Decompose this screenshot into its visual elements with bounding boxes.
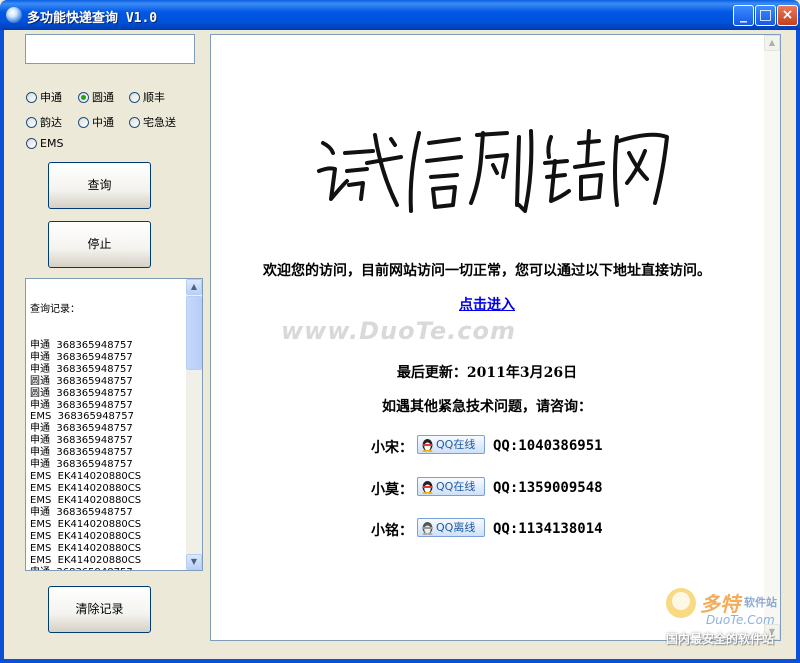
history-entry[interactable]: 申通 368365948757 [30,507,185,519]
carrier-radio-zhaijisong[interactable]: 宅急送 [129,116,176,130]
carrier-label: 圆通 [92,91,114,104]
history-entry[interactable]: EMS EK414020880CS [30,495,185,507]
radio-circle [26,116,37,128]
watermark-url: DuoTe.Com [706,613,775,627]
history-entry[interactable]: EMS EK414020880CS [30,543,185,555]
stop-button[interactable]: 停止 [48,221,151,268]
minimize-icon: _ [740,7,747,23]
site-logo [317,129,669,213]
history-list[interactable]: 查询记录： 申通 368365948757 申通 368365948757 申通 3… [25,278,203,571]
history-scrollbar[interactable]: ▲ ▼ [186,279,202,570]
carrier-radio-shentong[interactable]: 申通 [26,91,62,105]
history-entry[interactable]: EMS EK414020880CS [30,483,185,495]
enter-link[interactable]: 点击进入 [211,294,763,314]
app-icon [6,7,22,23]
tracking-number-input[interactable] [25,34,195,64]
qq-status-label: QQ在线 [436,438,476,451]
radio-circle [129,91,140,103]
carrier-radio-yuantong[interactable]: 圆通 [78,91,114,105]
history-entry[interactable]: 申通 368365948757 [30,567,185,570]
qq-status-button[interactable]: QQ在线 [417,435,485,454]
scroll-thumb[interactable] [186,296,202,370]
window-title: 多功能快递查询 V1.0 [27,11,158,26]
carrier-label: 中通 [92,116,114,129]
contact-name: 小铭： [371,523,413,539]
history-entry[interactable]: 申通 368365948757 [30,364,185,376]
history-entry[interactable]: EMS EK414020880CS [30,519,185,531]
web-view-scrollbar[interactable]: ▲ ▼ [764,35,780,640]
carrier-label: EMS [40,137,64,150]
contact-row: 小铭： QQ离线 QQ:1134138014 [371,518,631,540]
qq-number: QQ:1040386951 [493,438,603,454]
history-entry[interactable]: EMS EK414020880CS [30,471,185,483]
history-entry[interactable]: 申通 368365948757 [30,435,185,447]
radio-circle [26,91,37,103]
close-button[interactable]: × [777,5,798,26]
contact-row: 小莫： QQ在线 QQ:1359009548 [371,477,631,499]
scroll-down-arrow-icon[interactable]: ▼ [186,554,202,570]
query-button[interactable]: 查询 [48,162,151,209]
history-entry[interactable]: 申通 368365948757 [30,459,185,471]
history-entry[interactable]: 申通 368365948757 [30,447,185,459]
minimize-button[interactable]: _ [733,5,754,26]
radio-circle [129,116,140,128]
web-view[interactable]: 欢迎您的访问，目前网站访问一切正常，您可以通过以下地址直接访问。 点击进入 ww… [210,34,781,641]
carrier-label: 顺丰 [143,91,165,104]
clear-history-button[interactable]: 清除记录 [48,586,151,633]
history-entry[interactable]: 申通 368365948757 [30,423,185,435]
qq-status-label: QQ在线 [436,480,476,493]
carrier-label: 宅急送 [143,116,176,129]
qq-status-button[interactable]: QQ在线 [417,477,485,496]
carrier-label: 韵达 [40,116,62,129]
history-lines: 查询记录： 申通 368365948757 申通 368365948757 申通 3… [30,280,185,570]
qq-number: QQ:1134138014 [493,521,603,537]
history-entry[interactable]: EMS EK414020880CS [30,531,185,543]
radio-circle [26,137,37,149]
carrier-radio-ems[interactable]: EMS [26,137,63,151]
maximize-icon: □ [758,7,773,23]
duote-corner-watermark: 多特 软件站 DuoTe.Com 国内最安全的软件站 [662,586,798,648]
history-entry[interactable]: 圆通 368365948757 [30,388,185,400]
scroll-up-arrow-icon[interactable]: ▲ [186,279,202,295]
carrier-label: 申通 [40,91,62,104]
qq-status-button[interactable]: QQ离线 [417,518,485,537]
contact-row: 小宋： QQ在线 QQ:1040386951 [371,435,631,457]
history-entry[interactable]: 申通 368365948757 [30,340,185,352]
maximize-button[interactable]: □ [755,5,776,26]
radio-circle [78,116,89,128]
radio-circle-selected [78,91,89,103]
contact-name: 小莫： [371,482,413,498]
history-header: 查询记录： [30,303,80,315]
history-entry[interactable]: 圆通 368365948757 [30,376,185,388]
qq-number: QQ:1359009548 [493,480,603,496]
title-bar[interactable]: 多功能快递查询 V1.0 _ □ × [0,0,800,30]
history-entry[interactable]: 申通 368365948757 [30,400,185,412]
watermark-slogan: 国内最安全的软件站 [666,632,775,646]
duote-watermark: www.DuoTe.com [281,317,516,345]
duote-logo-icon [666,588,696,618]
qq-status-label: QQ离线 [436,521,476,534]
carrier-radio-shunfeng[interactable]: 顺丰 [129,91,165,105]
welcome-text: 欢迎您的访问，目前网站访问一切正常，您可以通过以下地址直接访问。 [263,263,711,279]
contact-name: 小宋： [371,440,413,456]
scroll-up-arrow-icon[interactable]: ▲ [764,35,780,51]
history-entry[interactable]: 申通 368365948757 [30,352,185,364]
watermark-sub: 软件站 [744,596,777,609]
qq-penguin-icon [422,521,433,535]
close-icon: × [781,7,794,23]
qq-penguin-icon [422,480,433,494]
history-entry[interactable]: EMS EK414020880CS [30,555,185,567]
carrier-radio-zhongtong[interactable]: 中通 [78,116,114,130]
consult-text: 如遇其他紧急技术问题，请咨询： [382,399,592,415]
history-entry[interactable]: EMS 368365948757 [30,411,185,423]
last-updated-text: 最后更新：2011年3月26日 [396,365,578,381]
qq-penguin-icon [422,438,433,452]
carrier-radio-yunda[interactable]: 韵达 [26,116,62,130]
